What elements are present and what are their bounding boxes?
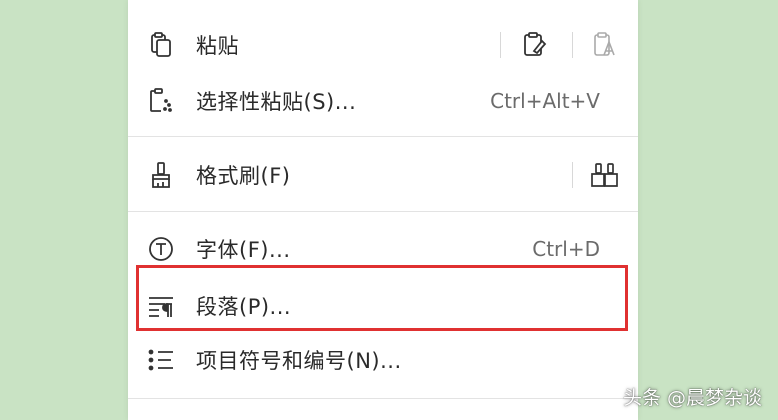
menu-item-label: 字体(F)... — [196, 238, 291, 262]
paragraph-icon — [146, 291, 176, 321]
paste-text-only-icon[interactable] — [590, 30, 620, 60]
menu-item-font[interactable]: 字体(F)... Ctrl+D — [128, 221, 638, 277]
separator — [572, 162, 573, 188]
menu-item-label: 选择性粘贴(S)... — [196, 90, 357, 114]
menu-item-label: 粘贴 — [196, 34, 239, 58]
separator — [500, 32, 501, 58]
menu-item-bullets-numbering[interactable]: 项目符号和编号(N)... — [128, 332, 638, 388]
menu-item-format-painter[interactable]: 格式刷(F) — [128, 147, 638, 203]
clipboard-icon — [146, 30, 176, 60]
context-menu: ▁▁▁▁ ▁▁▁ 粘贴 — [128, 0, 638, 420]
cut-off-menu-item: ▁▁▁▁ ▁▁▁ — [156, 0, 316, 2]
menu-item-label: 段落(P)... — [196, 295, 292, 319]
separator — [572, 32, 573, 58]
menu-separator — [128, 398, 638, 399]
format-painter-icon — [146, 160, 176, 190]
menu-item-shortcut: Ctrl+Alt+V — [490, 89, 600, 113]
menu-item-shortcut: Ctrl+D — [532, 237, 600, 261]
menu-item-paste-special[interactable]: 选择性粘贴(S)... Ctrl+Alt+V — [128, 73, 638, 129]
font-icon — [146, 234, 176, 264]
menu-separator — [128, 211, 638, 212]
paste-special-icon — [146, 86, 176, 116]
paste-keep-format-icon[interactable] — [520, 30, 550, 60]
bullet-list-icon — [146, 345, 176, 375]
menu-item-label: 格式刷(F) — [196, 164, 291, 188]
watermark: 头条 @晨梦杂谈 — [622, 387, 762, 409]
format-painter-multi-icon[interactable] — [590, 160, 620, 190]
menu-item-label: 项目符号和编号(N)... — [196, 349, 402, 373]
menu-item-paragraph[interactable]: 段落(P)... — [128, 278, 638, 334]
menu-item-paste[interactable]: 粘贴 — [128, 17, 638, 73]
menu-separator — [128, 136, 638, 137]
